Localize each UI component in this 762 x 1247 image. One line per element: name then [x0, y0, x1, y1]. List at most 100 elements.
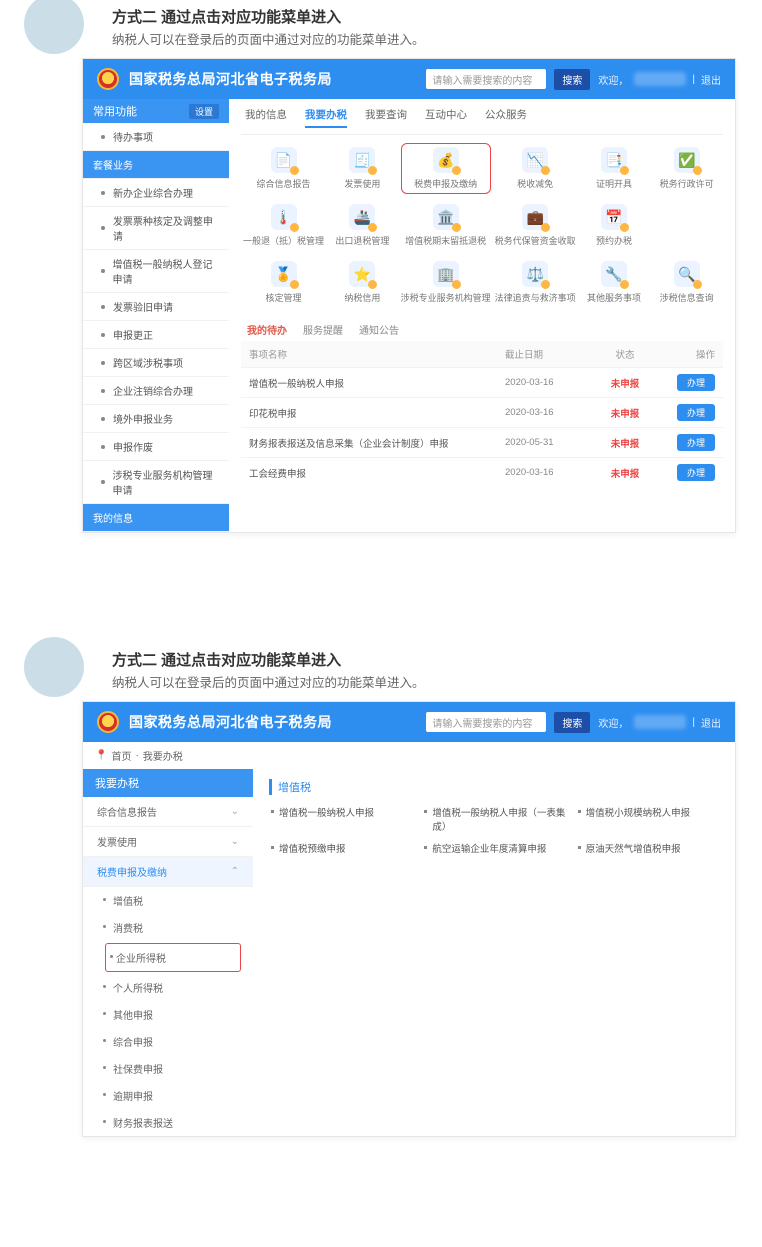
- handle-button[interactable]: 办理: [677, 374, 715, 391]
- col-name: 事项名称: [249, 347, 505, 361]
- tile[interactable]: 🔧其他服务事项: [580, 257, 649, 308]
- tile[interactable]: 🌡️一般退（抵）税管理: [243, 200, 324, 251]
- sub-item[interactable]: 社保费申报: [83, 1055, 253, 1082]
- handle-button[interactable]: 办理: [677, 434, 715, 451]
- vat-icon: 🏛️: [433, 204, 459, 230]
- top-tabs: 我的信息 我要办税 我要查询 互动中心 公众服务: [241, 105, 723, 135]
- handle-button[interactable]: 办理: [677, 404, 715, 421]
- search-button[interactable]: 搜索: [554, 712, 590, 733]
- tile[interactable]: 🏅核定管理: [243, 257, 324, 308]
- tile[interactable]: 🧾发票使用: [328, 143, 397, 194]
- sidebar-item[interactable]: 待办事项: [83, 123, 229, 151]
- tile[interactable]: 🏢 涉税专业服务机构管理: [401, 257, 491, 308]
- tab-myinfo[interactable]: 我的信息: [245, 107, 287, 128]
- sub-item[interactable]: 消费税: [83, 914, 253, 941]
- topbar: 国家税务总局河北省电子税务局 请输入需要搜索的内容 搜索 欢迎， | 退出: [83, 59, 735, 99]
- sub-tabs: 我的待办 服务提醒 通知公告: [241, 312, 723, 341]
- tab-public[interactable]: 公众服务: [485, 107, 527, 128]
- tile-highlighted[interactable]: 💰税费申报及缴纳: [401, 143, 491, 194]
- sidebar-settings-button[interactable]: 设置: [189, 104, 219, 119]
- tab-query[interactable]: 我要查询: [365, 107, 407, 128]
- agency-icon: 🏢: [433, 261, 459, 287]
- tile-label: 法律追责与救济事项: [495, 291, 576, 304]
- sidebar-item[interactable]: 企业注销综合办理: [83, 377, 229, 405]
- link-item[interactable]: 增值税小规模纳税人申报: [576, 805, 719, 833]
- link-item[interactable]: 增值税预缴申报: [269, 841, 412, 855]
- sub-item[interactable]: 个人所得税: [83, 974, 253, 1001]
- link-item[interactable]: 增值税一般纳税人申报: [269, 805, 412, 833]
- tile[interactable]: 🚢出口退税管理: [328, 200, 397, 251]
- sidebar-item[interactable]: 发票验旧申请: [83, 293, 229, 321]
- link-item[interactable]: 原油天然气增值税申报: [576, 841, 719, 855]
- table-row: 增值税一般纳税人申报 2020-03-16 未申报 办理: [241, 367, 723, 397]
- tile[interactable]: 📅预约办税: [580, 200, 649, 251]
- sidebar-item[interactable]: 涉税专业服务机构管理申请: [83, 461, 229, 504]
- cell-date: 2020-03-16: [505, 407, 595, 418]
- app-window-1: 国家税务总局河北省电子税务局 请输入需要搜索的内容 搜索 欢迎， | 退出 常用…: [82, 58, 736, 533]
- sidebar: 我要办税 综合信息报告 ⌄ 发票使用 ⌄ 税费申报及缴纳 ⌃ 增值税 消费税 企…: [83, 769, 253, 1136]
- sidebar-head-label: 常用功能: [93, 103, 137, 119]
- tile[interactable]: 💼税务代保管资金收取: [495, 200, 576, 251]
- sub-item[interactable]: 财务报表报送: [83, 1109, 253, 1136]
- sidebar-item[interactable]: 跨区域涉税事项: [83, 349, 229, 377]
- custody-icon: 💼: [522, 204, 548, 230]
- tile-label: 涉税专业服务机构管理: [401, 291, 491, 304]
- link-item[interactable]: 增值税一般纳税人申报（一表集成）: [422, 805, 565, 833]
- col-deadline: 截止日期: [505, 347, 595, 361]
- cert-icon: 📑: [601, 147, 627, 173]
- subtab-notice[interactable]: 通知公告: [359, 322, 399, 337]
- function-tiles: 📄综合信息报告 🧾发票使用 💰税费申报及缴纳 📉税收减免 📑 证明开具 ✅税务行政…: [241, 135, 723, 312]
- sidebar-head: 我要办税: [83, 769, 253, 797]
- sidebar-category[interactable]: 我的信息: [83, 504, 229, 532]
- acc-item[interactable]: 发票使用 ⌄: [83, 827, 253, 857]
- sub-item-highlighted[interactable]: 企业所得税: [105, 943, 241, 972]
- tile[interactable]: 📄综合信息报告: [243, 143, 324, 194]
- subtab-remind[interactable]: 服务提醒: [303, 322, 343, 337]
- tile-label: 税费申报及缴纳: [414, 177, 477, 190]
- tile[interactable]: 🏛️增值税期末留抵退税: [401, 200, 491, 251]
- table-row: 财务报表报送及信息采集（企业会计制度）申报 2020-05-31 未申报 办理: [241, 427, 723, 457]
- link-item[interactable]: 航空运输企业年度清算申报: [422, 841, 565, 855]
- tile-label: 证明开具: [596, 177, 632, 190]
- sidebar-category[interactable]: 套餐业务: [83, 151, 229, 179]
- acc-label: 发票使用: [97, 834, 137, 849]
- subtab-todo[interactable]: 我的待办: [247, 322, 287, 337]
- search-input[interactable]: 请输入需要搜索的内容: [426, 712, 546, 732]
- cell-name: 增值税一般纳税人申报: [249, 376, 505, 390]
- tile[interactable]: ✅税务行政许可: [652, 143, 721, 194]
- tab-interact[interactable]: 互动中心: [425, 107, 467, 128]
- acc-item[interactable]: 综合信息报告 ⌄: [83, 797, 253, 827]
- sidebar-item[interactable]: 新办企业综合办理: [83, 179, 229, 207]
- exit-link[interactable]: 退出: [701, 72, 721, 87]
- search-button[interactable]: 搜索: [554, 69, 590, 90]
- main-content: 增值税 增值税一般纳税人申报 增值税一般纳税人申报（一表集成） 增值税小规模纳税…: [253, 769, 735, 1136]
- tile[interactable]: 📉税收减免: [495, 143, 576, 194]
- breadcrumb: 📍 首页 · 我要办税: [83, 742, 735, 769]
- tile[interactable]: 🔍涉税信息查询: [652, 257, 721, 308]
- reduce-icon: 📉: [522, 147, 548, 173]
- book-icon: 📅: [601, 204, 627, 230]
- sidebar-item[interactable]: 申报作废: [83, 433, 229, 461]
- sidebar-item[interactable]: 境外申报业务: [83, 405, 229, 433]
- sidebar-item[interactable]: 增值税一般纳税人登记申请: [83, 250, 229, 293]
- sidebar-item[interactable]: 申报更正: [83, 321, 229, 349]
- exit-link[interactable]: 退出: [701, 715, 721, 730]
- search-input[interactable]: 请输入需要搜索的内容: [426, 69, 546, 89]
- tab-handle[interactable]: 我要办税: [305, 107, 347, 128]
- sub-item[interactable]: 综合申报: [83, 1028, 253, 1055]
- sub-item[interactable]: 逾期申报: [83, 1082, 253, 1109]
- caption-desc: 纳税人可以在登录后的页面中通过对应的功能菜单进入。: [112, 29, 762, 48]
- tile[interactable]: 📑 证明开具: [580, 143, 649, 194]
- tile-label: 其他服务事项: [587, 291, 641, 304]
- crumb-home[interactable]: 首页: [111, 748, 131, 763]
- invoice-icon: 🧾: [349, 147, 375, 173]
- sub-item[interactable]: 增值税: [83, 887, 253, 914]
- sub-item[interactable]: 其他申报: [83, 1001, 253, 1028]
- credit-icon: ⭐: [349, 261, 375, 287]
- handle-button[interactable]: 办理: [677, 464, 715, 481]
- acc-item-open[interactable]: 税费申报及缴纳 ⌃: [83, 857, 253, 887]
- query-icon: 🔍: [674, 261, 700, 287]
- tile[interactable]: ⚖️法律追责与救济事项: [495, 257, 576, 308]
- tile[interactable]: ⭐纳税信用: [328, 257, 397, 308]
- sidebar-item[interactable]: 发票票种核定及调整申请: [83, 207, 229, 250]
